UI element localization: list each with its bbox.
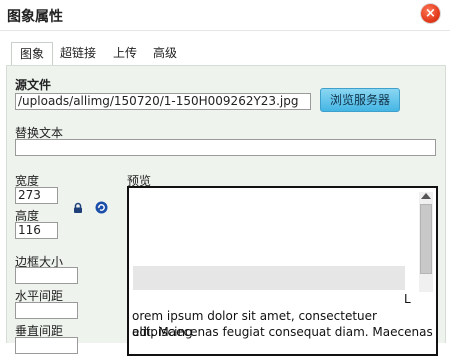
scroll-thumb[interactable] (420, 204, 432, 274)
tab-hyperlink[interactable]: 超链接 (55, 42, 101, 66)
scroll-up-arrow-icon[interactable] (421, 193, 431, 199)
alt-text-input[interactable] (15, 139, 436, 156)
lock-icon[interactable] (72, 202, 84, 214)
preview-text-line-2: elit. Maecenas feugiat consequat diam. M… (132, 325, 433, 339)
image-properties-panel: 源文件 /uploads/allimg/150720/1-150H009262Y… (6, 65, 446, 356)
preview-scrollbar[interactable] (419, 192, 433, 292)
tab-advanced[interactable]: 高级 (148, 42, 182, 66)
close-icon[interactable]: × (421, 4, 440, 23)
hspace-input[interactable] (15, 302, 78, 319)
vspace-input[interactable] (15, 337, 78, 354)
height-input[interactable]: 116 (15, 222, 58, 239)
source-url-input[interactable]: /uploads/allimg/150720/1-150H009262Y23.j… (15, 93, 311, 110)
dialog-title: 图象属性 (7, 9, 63, 25)
width-input[interactable]: 273 (15, 187, 58, 204)
tab-image[interactable]: 图象 (11, 42, 53, 66)
dialog-titlebar: 图象属性 × (0, 0, 450, 31)
source-label: 源文件 (15, 78, 52, 92)
preview-marker: L (404, 292, 411, 306)
preview-box: L orem ipsum dolor sit amet, consectetue… (127, 186, 438, 356)
tab-upload[interactable]: 上传 (108, 42, 142, 66)
border-size-input[interactable] (15, 267, 78, 284)
preview-image-placeholder (133, 266, 405, 290)
reset-size-icon[interactable] (95, 201, 108, 214)
browse-server-button[interactable]: 浏览服务器 (320, 88, 400, 112)
